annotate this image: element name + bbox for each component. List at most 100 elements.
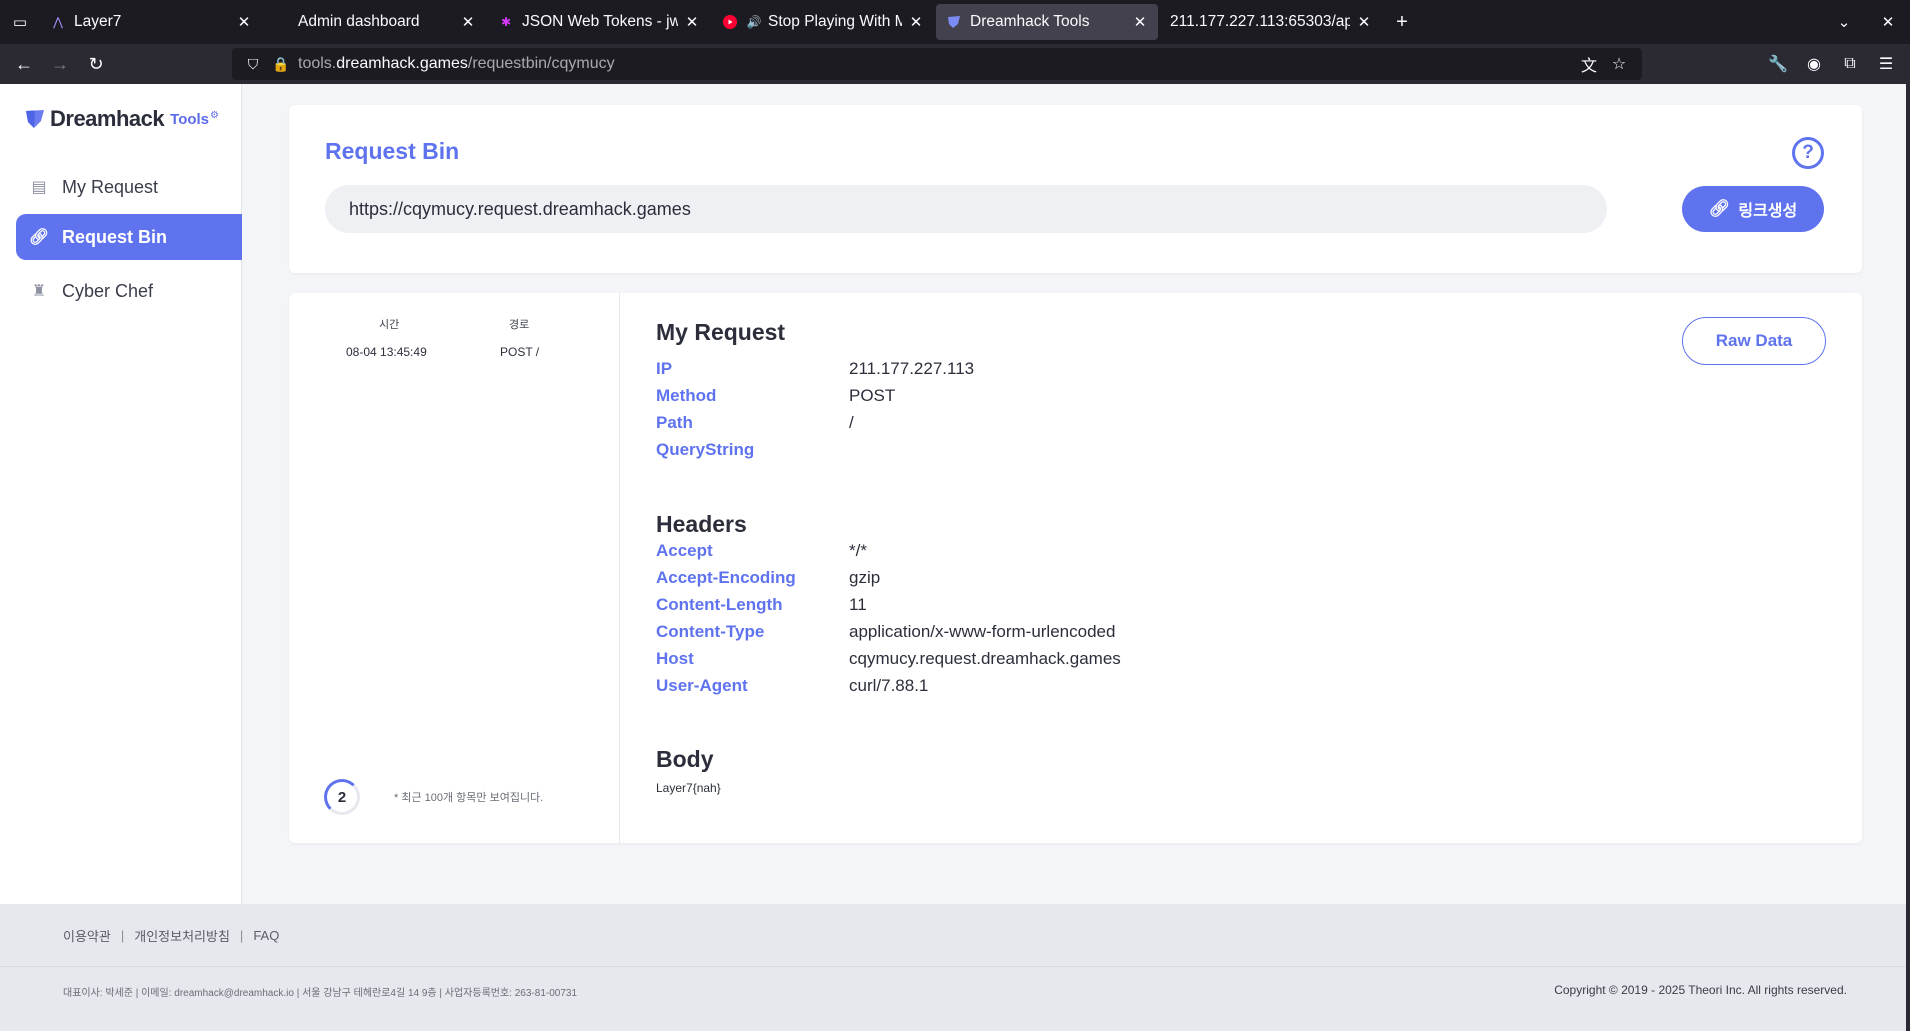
row-path[interactable]: POST / [500, 345, 539, 359]
page-title: Request Bin [325, 138, 460, 164]
layer7-icon: ⋀ [53, 15, 63, 29]
url-path: /requestbin/cqymucy [467, 55, 615, 72]
header-row: Host cqymucy.request.dreamhack.games [656, 645, 1121, 672]
dreamhack-icon [946, 14, 962, 30]
copyright: Copyright © 2019 - 2025 Theori Inc. All … [1554, 983, 1847, 997]
chef-hat-icon: ♜ [31, 283, 47, 300]
sidebar-item-cyber-chef[interactable]: ♜ Cyber Chef [16, 268, 242, 314]
close-icon[interactable]: ✕ [460, 13, 476, 31]
header-key: Host [656, 648, 694, 668]
speaker-icon[interactable]: 🔊 [746, 14, 762, 30]
close-icon[interactable]: ✕ [1356, 13, 1372, 31]
tab-list-icon[interactable]: ▭ [0, 0, 40, 44]
privacy-link[interactable]: 개인정보처리방침 [134, 926, 230, 945]
tab-layer7[interactable]: ⋀ Layer7 ✕ [40, 4, 262, 40]
sidebar-item-my-request[interactable]: ▤ My Request [16, 164, 242, 210]
browser-nav-bar: ← → ↻ ⛉ 🔒 tools.dreamhack.games/requestb… [0, 44, 1910, 84]
browser-tab-bar: ▭ ⋀ Layer7 ✕ Admin dashboard ✕ ✱ JSON We… [0, 0, 1910, 44]
translate-icon[interactable]: 文 [1574, 52, 1604, 76]
header-value: */* [849, 540, 867, 560]
footer: 이용약관 | 개인정보처리방침 | FAQ 대표이사: 박세준 | 이메일: d… [0, 904, 1910, 1031]
header-row: Accept-Encoding gzip [656, 564, 880, 591]
gear-icon: ⚙ [210, 109, 219, 121]
address-bar[interactable]: ⛉ 🔒 tools.dreamhack.games/requestbin/cqy… [232, 48, 1642, 80]
app: Dreamhack Tools ⚙ ▤ My Request 🔗︎ Reques… [0, 84, 1910, 1031]
shield-icon[interactable]: ⛉ [242, 56, 264, 73]
wrench-icon[interactable]: 🔧 [1760, 54, 1796, 74]
generate-link-button[interactable]: 🔗︎ 링크생성 [1682, 186, 1824, 232]
extensions-icon[interactable]: ⧉ [1832, 55, 1868, 73]
header-key: Accept [656, 540, 713, 560]
new-tab-button[interactable]: + [1384, 4, 1420, 40]
faq-link[interactable]: FAQ [253, 928, 279, 943]
detail-row-ip: IP 211.177.227.113 [656, 355, 974, 382]
menu-icon[interactable]: ☰ [1868, 54, 1904, 74]
sidebar-item-label: Request Bin [62, 226, 168, 247]
header-value: gzip [849, 567, 881, 587]
detail-row-method: Method POST [656, 382, 895, 409]
url-host: dreamhack.games [336, 55, 468, 72]
raw-data-button[interactable]: Raw Data [1682, 317, 1826, 365]
header-key: Content-Type [656, 621, 765, 641]
tab-title: JSON Web Tokens - jwt.io [522, 13, 678, 30]
tab-title: Admin dashboard [298, 13, 420, 30]
body-title: Body [656, 746, 714, 772]
reload-icon[interactable]: ↻ [78, 46, 114, 82]
footer-divider [0, 966, 1910, 967]
divider: | [239, 928, 244, 943]
close-icon[interactable]: ✕ [684, 13, 700, 31]
request-detail-card: 시간 경로 08-04 13:45:49 POST / 2 * 최근 100개 … [289, 293, 1862, 843]
url-text[interactable]: tools.dreamhack.games/requestbin/cqymucy [298, 55, 615, 73]
request-list: 시간 경로 08-04 13:45:49 POST / 2 * 최근 100개 … [289, 293, 620, 843]
tab-dreamhack-tools[interactable]: Dreamhack Tools ✕ [936, 4, 1158, 40]
window-close-icon[interactable]: ✕ [1866, 13, 1910, 31]
close-icon[interactable]: ✕ [908, 13, 924, 31]
close-icon[interactable]: ✕ [1132, 13, 1148, 31]
forward-arrow-icon[interactable]: → [42, 46, 78, 82]
headers-title: Headers [656, 511, 747, 537]
lock-icon[interactable]: 🔒 [270, 56, 292, 73]
bin-url-field[interactable]: https://cqymucy.request.dreamhack.games [325, 185, 1607, 233]
dreamhack-logo[interactable]: Dreamhack Tools ⚙ [24, 106, 219, 132]
page-scrollbar[interactable] [1906, 84, 1910, 1031]
request-count-badge: 2 [324, 779, 360, 815]
terms-link[interactable]: 이용약관 [63, 926, 111, 945]
generate-link-label: 링크생성 [1738, 203, 1798, 220]
bookmark-star-icon[interactable]: ☆ [1604, 54, 1634, 74]
header-key: User-Agent [656, 675, 748, 695]
tab-admin-dashboard[interactable]: Admin dashboard ✕ [264, 4, 486, 40]
tools-label: Tools [170, 110, 210, 128]
divider: | [120, 928, 125, 943]
header-row: Accept */* [656, 537, 867, 564]
column-header-path: 경로 [509, 319, 530, 331]
brand-name: Dreamhack [50, 106, 165, 131]
dreamhack-shield-icon [26, 110, 44, 128]
body-value: Layer7{nah} [656, 781, 721, 795]
tab-title: 211.177.227.113:65303/api/m [1170, 13, 1350, 30]
chevron-down-icon[interactable]: ⌄ [1822, 13, 1866, 31]
sidebar-item-request-bin[interactable]: 🔗︎ Request Bin [16, 214, 242, 260]
row-time[interactable]: 08-04 13:45:49 [346, 345, 427, 359]
detail-row-querystring: QueryString [656, 436, 849, 463]
tab-jwt[interactable]: ✱ JSON Web Tokens - jwt.io ✕ [488, 4, 710, 40]
link-icon: 🔗︎ [28, 229, 50, 246]
sidebar-item-label: My Request [62, 176, 159, 197]
account-icon[interactable]: ◉ [1796, 54, 1832, 74]
header-key: Content-Length [656, 594, 783, 614]
help-icon[interactable]: ? [1792, 137, 1824, 169]
tab-api[interactable]: 211.177.227.113:65303/api/m ✕ [1160, 4, 1382, 40]
tab-music[interactable]: 🔊 Stop Playing With Me ✕ [712, 4, 934, 40]
header-row: Content-Type application/x-www-form-urle… [656, 618, 1115, 645]
field-value: POST [849, 385, 896, 405]
back-arrow-icon[interactable]: ← [6, 46, 42, 82]
header-row: User-Agent curl/7.88.1 [656, 672, 928, 699]
close-icon[interactable]: ✕ [236, 13, 252, 31]
header-value: 11 [849, 594, 867, 614]
url-prefix: tools. [298, 55, 337, 72]
field-label: QueryString [656, 439, 755, 459]
tab-title: Stop Playing With Me [768, 13, 902, 30]
request-detail: My Request Raw Data IP 211.177.227.113 M… [620, 293, 1862, 843]
main-content: Request Bin ? https://cqymucy.request.dr… [242, 84, 1910, 904]
blank-page-icon [274, 14, 290, 30]
request-bin-card: Request Bin ? https://cqymucy.request.dr… [289, 105, 1862, 273]
